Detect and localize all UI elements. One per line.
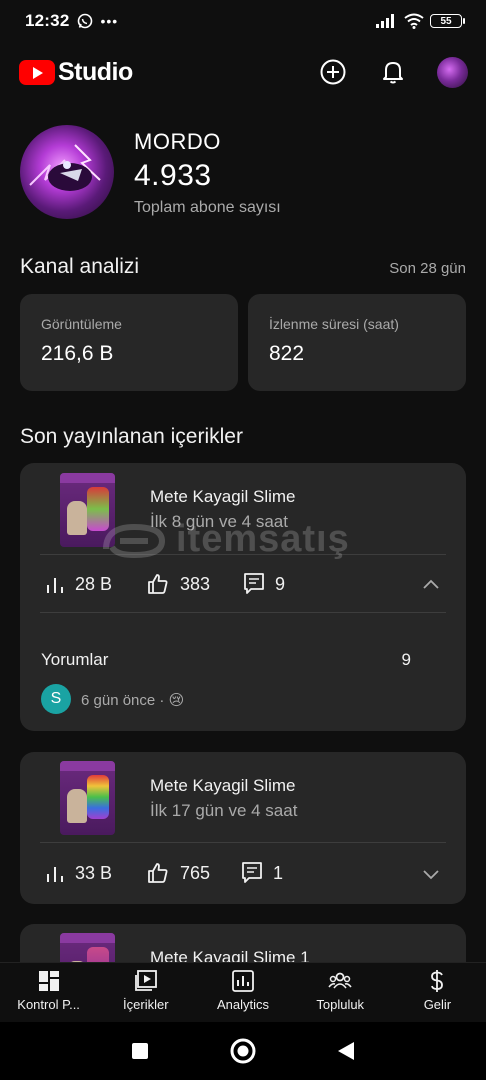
nav-community-label: Topluluk	[316, 997, 365, 1012]
views-card[interactable]: Görüntüleme 216,6 B	[20, 294, 238, 391]
nav-content[interactable]: İçerikler	[97, 963, 194, 1022]
likes-count: 383	[180, 573, 211, 594]
comments-count: 9	[275, 573, 286, 594]
channel-name: MORDO	[134, 129, 221, 154]
app-header: Studio	[0, 42, 486, 102]
battery-level: 55	[440, 15, 452, 27]
battery-icon: 55	[430, 14, 465, 28]
status-time: 12:32	[25, 11, 70, 30]
comments-count: 1	[273, 862, 284, 883]
comment-emoji: 😢	[168, 692, 185, 709]
comments-metric: 9	[243, 572, 285, 596]
wifi-icon	[404, 13, 424, 29]
divider	[40, 842, 446, 843]
comments-metric: 1	[241, 861, 283, 885]
subscriber-count: 4.933	[134, 159, 212, 192]
bar-chart-icon	[47, 577, 63, 593]
nav-community[interactable]: Topluluk	[292, 963, 389, 1022]
video-thumbnail[interactable]	[60, 473, 115, 547]
system-nav-bar	[0, 1022, 486, 1080]
subscriber-label: Toplam abone sayısı	[134, 199, 281, 216]
studio-logo[interactable]: Studio	[19, 58, 133, 87]
comments-section-count: 9	[401, 650, 411, 669]
views-metric: 33 B	[45, 863, 112, 884]
analytics-header: Kanal analizi Son 28 gün	[20, 255, 466, 279]
recents-icon[interactable]	[130, 1041, 150, 1061]
earn-icon	[431, 970, 444, 992]
comments-section-label[interactable]: Yorumlar	[41, 650, 108, 670]
video-period: İlk 17 gün ve 4 saat	[150, 801, 298, 820]
analytics-title: Kanal analizi	[20, 255, 140, 278]
nav-content-label: İçerikler	[123, 997, 169, 1012]
likes-metric: 383	[146, 572, 210, 596]
nav-analytics[interactable]: Analytics	[194, 963, 291, 1022]
channel-avatar	[20, 125, 114, 219]
community-icon	[328, 972, 352, 989]
comment-icon	[244, 573, 264, 594]
content-card: Mete Kayagil Slime İlk 8 gün ve 4 saat 2…	[20, 463, 466, 731]
watch-time-value: 822	[269, 342, 305, 365]
nav-earn-label: Gelir	[423, 997, 452, 1012]
divider	[40, 612, 446, 613]
views-value: 216,6 B	[41, 342, 114, 365]
account-avatar[interactable]	[437, 56, 468, 88]
recent-title: Son yayınlanan içerikler	[20, 425, 243, 448]
analytics-period[interactable]: Son 28 gün	[389, 260, 466, 277]
views-metric: 28 B	[45, 574, 112, 595]
thumbs-up-icon	[148, 863, 168, 883]
avatar-artwork-icon	[29, 144, 101, 191]
comment-icon	[242, 862, 262, 883]
analytics-icon	[232, 970, 254, 992]
nav-analytics-label: Analytics	[216, 997, 270, 1012]
notifications-button[interactable]	[378, 57, 408, 87]
chevron-down-icon[interactable]	[421, 864, 441, 884]
add-circle-icon	[320, 59, 346, 85]
nav-earn[interactable]: Gelir	[389, 963, 486, 1022]
comment-time: 6 gün önce ·	[81, 692, 165, 709]
home-icon[interactable]	[230, 1038, 256, 1064]
recent-header: Son yayınlanan içerikler	[20, 425, 466, 449]
channel-summary: MORDO 4.933 Toplam abone sayısı	[20, 125, 281, 219]
status-bar: 12:32 ••• 55	[0, 0, 486, 42]
divider	[40, 554, 446, 555]
back-icon[interactable]	[336, 1040, 356, 1062]
likes-metric: 765	[146, 861, 210, 885]
nav-dashboard[interactable]: Kontrol P...	[0, 963, 97, 1022]
video-title[interactable]: Mete Kayagil Slime	[150, 776, 296, 796]
whatsapp-icon	[78, 13, 93, 29]
notification-dots: •••	[100, 13, 119, 29]
chevron-up-icon[interactable]	[421, 575, 441, 595]
bell-icon	[383, 62, 403, 84]
dashboard-icon	[38, 971, 59, 991]
watch-time-card[interactable]: İzlenme süresi (saat) 822	[248, 294, 466, 391]
signal-icon	[376, 14, 394, 28]
comment-meta: 6 gün önce · 😢	[81, 691, 184, 709]
content-card: Mete Kayagil Slime İlk 17 gün ve 4 saat …	[20, 752, 466, 904]
views-label: Görüntüleme	[41, 316, 122, 332]
video-title[interactable]: Mete Kayagil Slime	[150, 487, 296, 507]
watch-time-label: İzlenme süresi (saat)	[269, 316, 399, 332]
create-button[interactable]	[318, 57, 348, 87]
thumbs-up-icon	[148, 574, 168, 594]
bottom-nav: Kontrol P... İçerikler Analytics Toplulu…	[0, 962, 486, 1022]
brand-name: Studio	[58, 57, 133, 86]
nav-dashboard-label: Kontrol P...	[17, 997, 80, 1012]
youtube-play-icon	[19, 59, 55, 85]
video-thumbnail[interactable]	[60, 761, 115, 835]
commenter-avatar[interactable]: S	[41, 684, 71, 714]
likes-count: 765	[180, 862, 211, 883]
content-icon	[134, 970, 157, 991]
video-period: İlk 8 gün ve 4 saat	[150, 512, 288, 531]
bar-chart-icon	[47, 866, 63, 882]
views-count: 28 B	[75, 574, 113, 594]
views-count: 33 B	[75, 863, 113, 883]
